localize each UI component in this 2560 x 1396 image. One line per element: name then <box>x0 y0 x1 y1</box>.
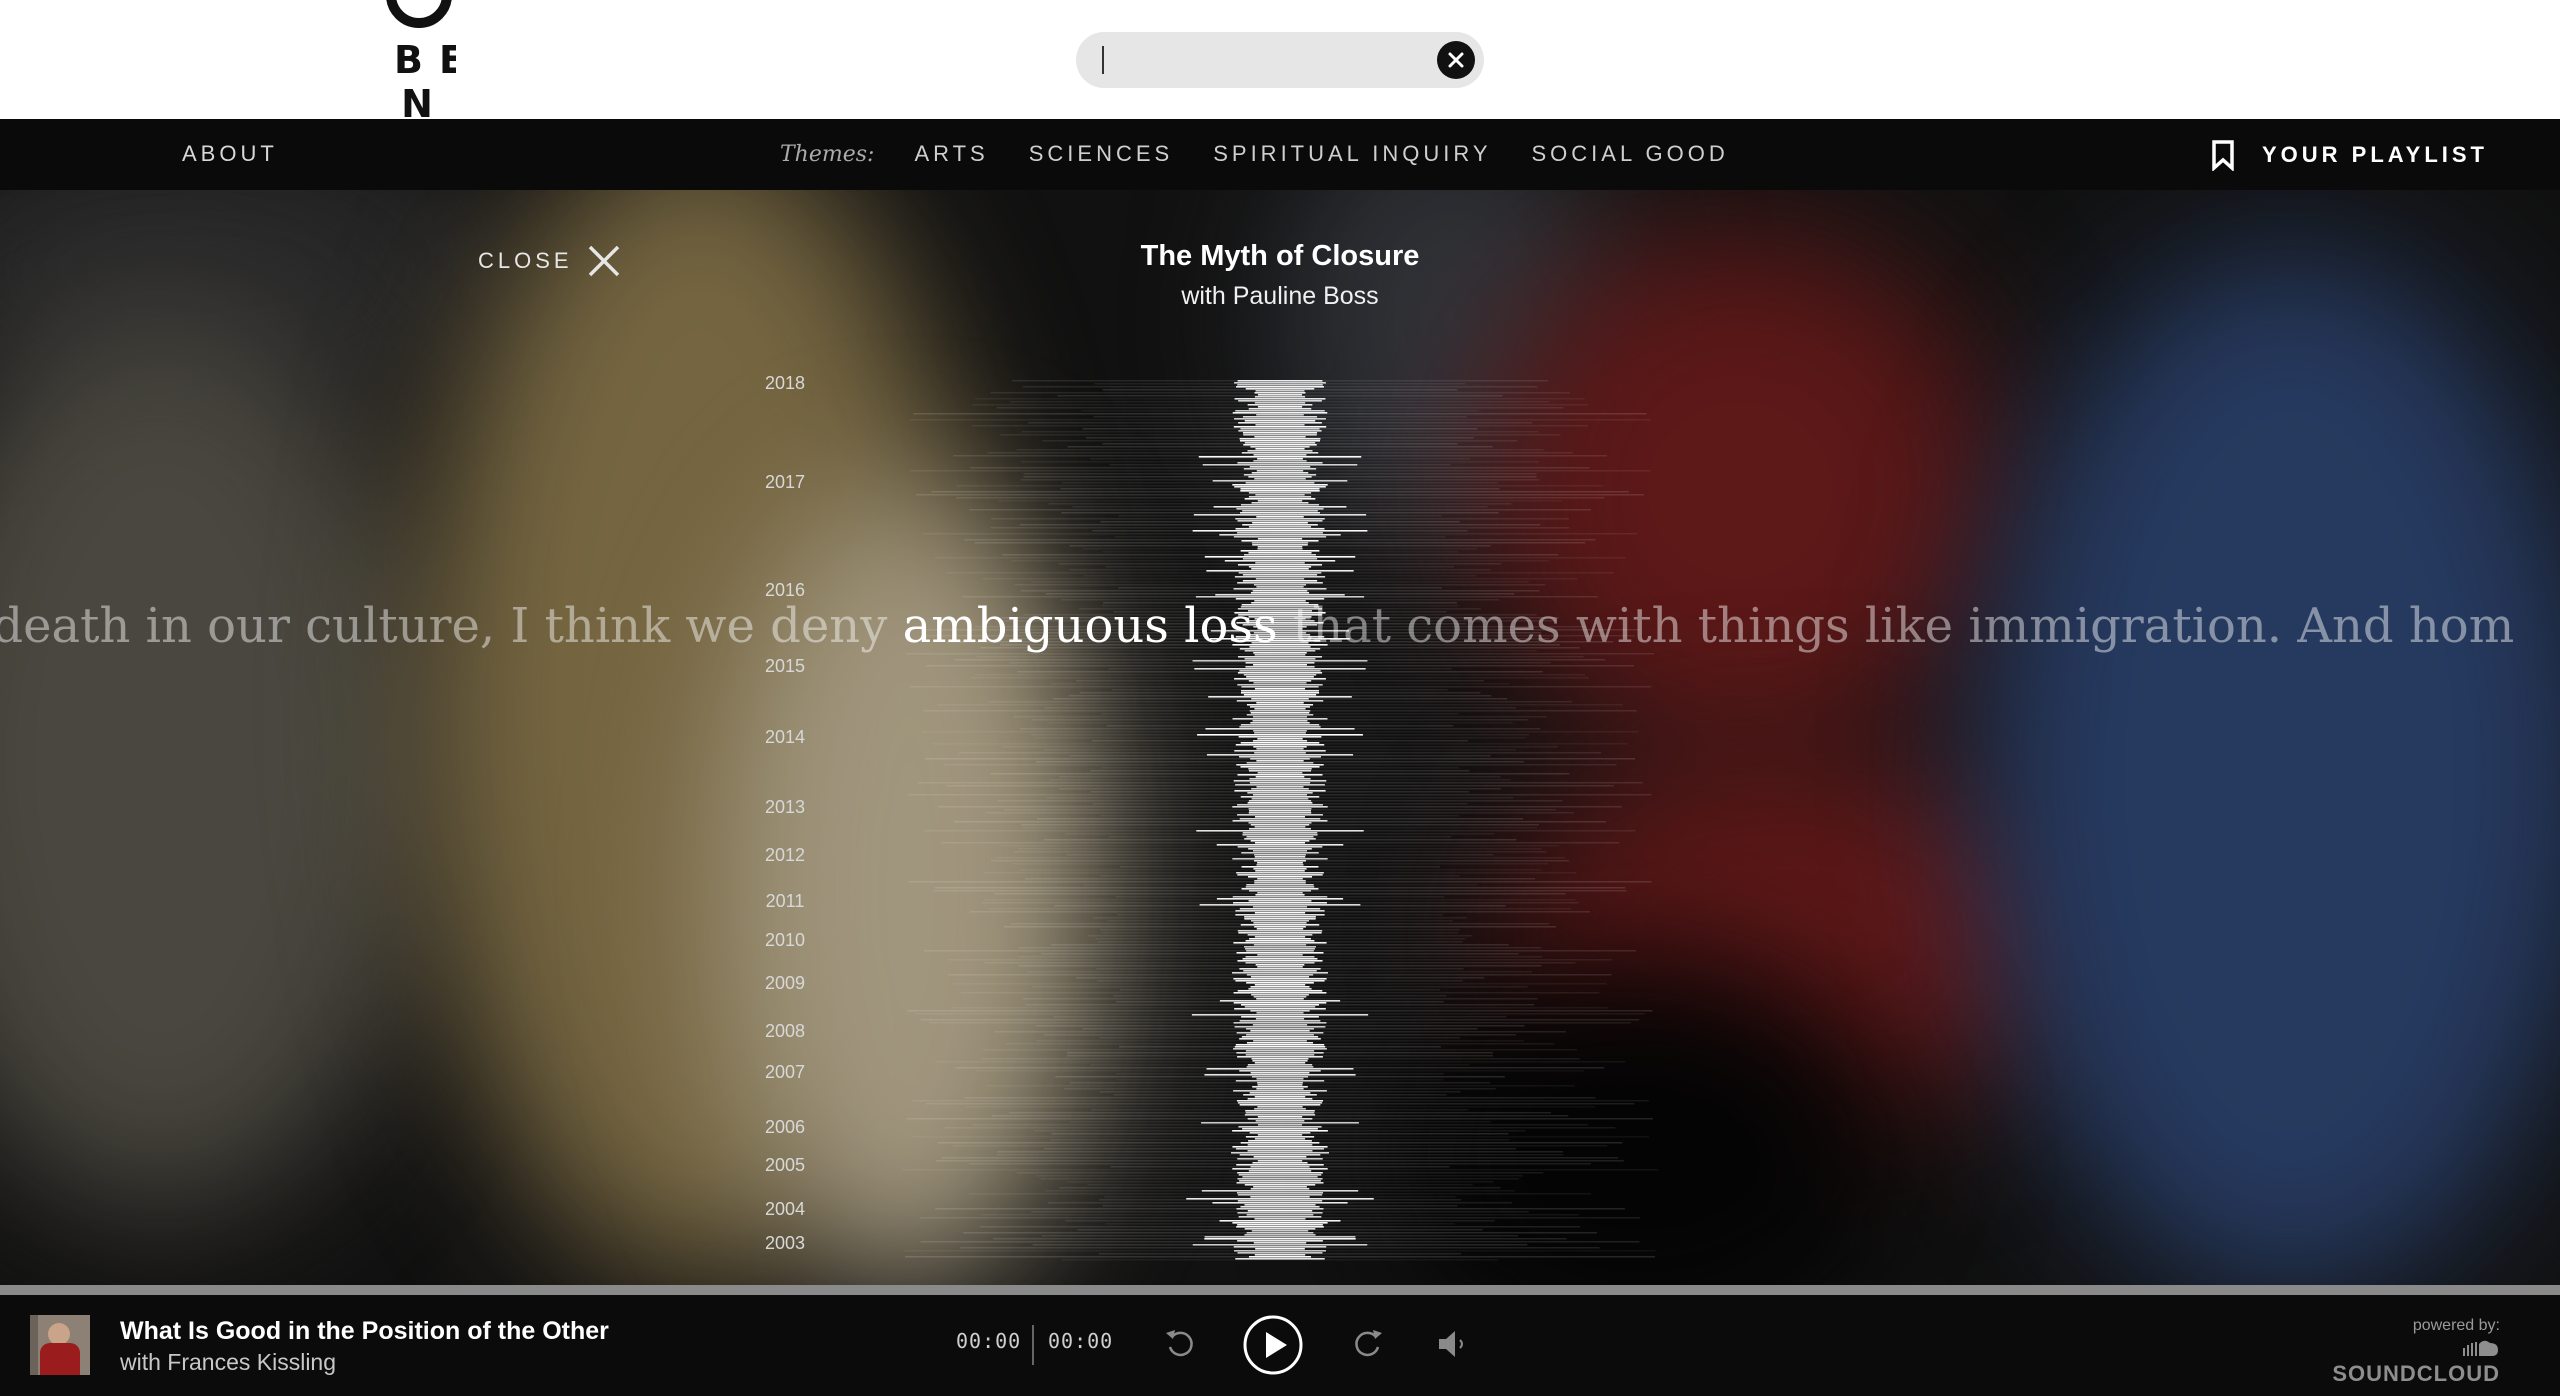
themes-label: Themes: <box>780 142 875 167</box>
text-caret <box>1102 46 1104 74</box>
thumbnail-shape <box>48 1323 70 1345</box>
audio-player: What Is Good in the Position of the Othe… <box>0 1295 2560 1396</box>
soundcloud-cloud-icon <box>2463 1340 2498 1356</box>
episode-detail-panel: CLOSE The Myth of Closure with Pauline B… <box>0 190 2560 1285</box>
soundcloud-logo: SOUNDCLOUD <box>2290 1335 2500 1387</box>
theme-social-good-link[interactable]: SOCIAL GOOD <box>1532 141 1729 167</box>
clear-search-button[interactable] <box>1437 41 1475 79</box>
year-label[interactable]: 2006 <box>740 1117 830 1138</box>
logo-letters-be: BE <box>394 38 456 82</box>
now-playing-guest: with Frances Kissling <box>120 1349 337 1375</box>
year-label[interactable]: 2007 <box>740 1062 830 1083</box>
year-label[interactable]: 2017 <box>740 472 830 493</box>
playlist-label: YOUR PLAYLIST <box>2262 142 2488 167</box>
close-icon <box>1448 52 1464 68</box>
thumbnail-shape <box>40 1343 80 1375</box>
volume-icon[interactable] <box>1436 1327 1472 1361</box>
bookmark-icon <box>2212 140 2234 171</box>
episode-guest: with Pauline Boss <box>1181 282 1379 310</box>
powered-by-label: powered by: <box>2412 1317 2500 1334</box>
theme-spiritual-inquiry-link[interactable]: SPIRITUAL INQUIRY <box>1213 141 1491 167</box>
search-box <box>1076 32 1484 88</box>
year-label[interactable]: 2010 <box>740 930 830 951</box>
transcript-quote: deny death in our culture, I think we de… <box>0 598 2560 668</box>
play-icon <box>1266 1332 1287 1358</box>
year-label[interactable]: 2008 <box>740 1021 830 1042</box>
year-label[interactable]: 2011 <box>740 891 830 912</box>
duration-time: 00:00 <box>1048 1329 1114 1353</box>
year-label[interactable]: 2014 <box>740 727 830 748</box>
theme-sciences-link[interactable]: SCIENCES <box>1029 141 1173 167</box>
forward-icon[interactable] <box>1350 1325 1386 1361</box>
quote-before: deny death in our culture, I think we de… <box>0 598 888 654</box>
quote-highlight: ambiguous loss <box>902 598 1278 654</box>
now-playing-title[interactable]: What Is Good in the Position of the Othe… <box>120 1317 609 1346</box>
logo-letter-n: N <box>401 82 449 119</box>
theme-arts-link[interactable]: ARTS <box>914 141 988 167</box>
nav-about-link[interactable]: ABOUT <box>182 141 278 167</box>
close-icon <box>588 245 619 277</box>
quote-after: that comes with things like immigration.… <box>1277 598 2515 654</box>
episode-title: The Myth of Closure <box>1140 240 1420 272</box>
track-thumbnail <box>30 1315 90 1375</box>
year-label[interactable]: 2009 <box>740 973 830 994</box>
top-bar: BE N <box>0 0 2560 119</box>
thumbnail-shape <box>30 1315 38 1375</box>
year-label[interactable]: 2018 <box>740 373 830 394</box>
audio-waveform[interactable] <box>900 370 1660 1270</box>
main-nav: ABOUT Themes: ARTS SCIENCES SPIRITUAL IN… <box>0 119 2560 190</box>
time-divider <box>1032 1325 1034 1365</box>
on-being-logo[interactable]: BE N <box>384 0 456 119</box>
close-label: CLOSE <box>478 248 573 273</box>
themes-nav: Themes: ARTS SCIENCES SPIRITUAL INQUIRY … <box>780 141 1769 167</box>
year-timeline: 2018 2017 2016 2015 2014 2013 2012 2011 … <box>740 190 840 1285</box>
current-time: 00:00 <box>956 1329 1022 1353</box>
year-label[interactable]: 2004 <box>740 1199 830 1220</box>
play-button[interactable] <box>1242 1314 1304 1376</box>
year-label[interactable]: 2012 <box>740 845 830 866</box>
year-label[interactable]: 2013 <box>740 797 830 818</box>
year-label[interactable]: 2003 <box>740 1233 830 1254</box>
your-playlist-button[interactable]: YOUR PLAYLIST <box>2210 139 2488 171</box>
search-input[interactable] <box>1100 42 1420 78</box>
year-label[interactable]: 2005 <box>740 1155 830 1176</box>
soundcloud-label: SOUNDCLOUD <box>2332 1361 2500 1386</box>
soundcloud-credit[interactable]: powered by: SOUNDCLOUD <box>2290 1317 2500 1387</box>
close-button[interactable]: CLOSE <box>478 244 621 278</box>
progress-bar[interactable] <box>0 1285 2560 1295</box>
logo-o-shape <box>386 0 452 28</box>
rewind-icon[interactable] <box>1162 1325 1198 1361</box>
